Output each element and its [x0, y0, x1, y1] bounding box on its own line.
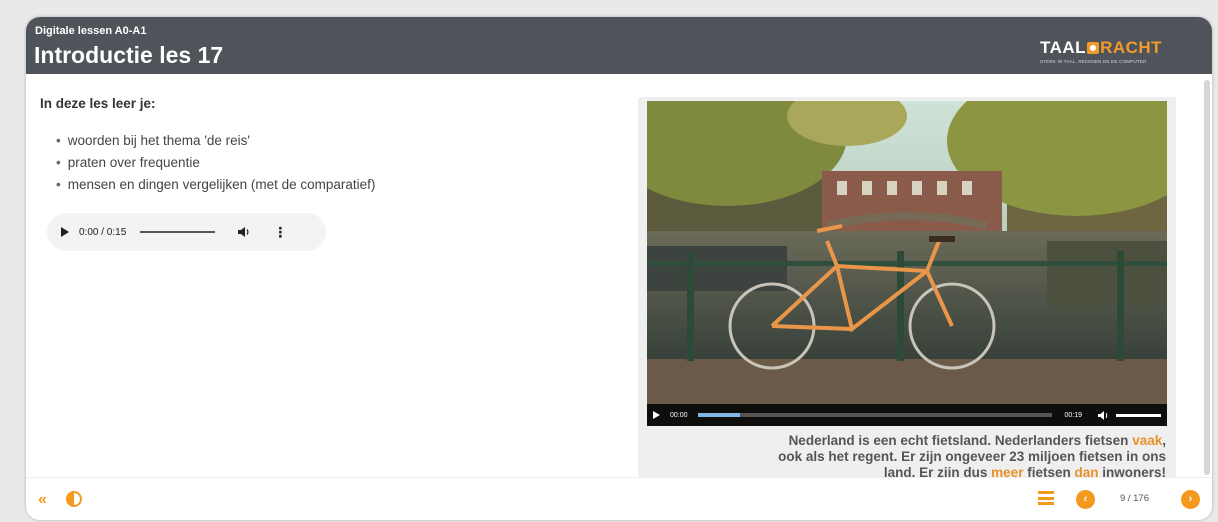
- course-label: Digitale lessen A0-A1: [35, 25, 147, 37]
- page-background: Digitale lessen A0-A1 Introductie les 17…: [0, 0, 1218, 522]
- list-item: praten over frequentie: [56, 153, 375, 175]
- contrast-icon[interactable]: [66, 491, 82, 507]
- logo-text-kracht: RACHT: [1100, 38, 1163, 57]
- canal-bicycle-image: [647, 101, 1167, 404]
- video-current-time: 00:00: [670, 411, 688, 419]
- caption-text: ook als het regent. Er zijn ongeveer 23 …: [778, 449, 1166, 464]
- video-duration: 00:19: [1064, 411, 1082, 419]
- lesson-card: Digitale lessen A0-A1 Introductie les 17…: [26, 17, 1212, 520]
- logo-tagline: STERK IN TAAL, REKENEN EN DE COMPUTER: [1040, 59, 1147, 64]
- more-icon[interactable]: ⋮: [273, 224, 287, 241]
- logo-text-taal: TAAL: [1040, 38, 1087, 57]
- chevron-left-icon[interactable]: ‹: [1076, 490, 1095, 509]
- media-panel: 00:00 00:19 Nederland is een echt fietsl…: [638, 97, 1176, 481]
- list-item: mensen en dingen vergelijken (met de com…: [56, 175, 376, 197]
- chevron-right-icon[interactable]: ›: [1181, 490, 1200, 509]
- play-icon[interactable]: [61, 227, 69, 237]
- video-progress: [697, 413, 741, 417]
- taalkracht-logo: TAAL RACHT STERK IN TAAL, REKENEN EN DE …: [1040, 38, 1186, 64]
- audio-time: 0:00 / 0:15: [79, 226, 127, 238]
- scrollbar[interactable]: [1204, 80, 1210, 475]
- page-title: Introductie les 17: [34, 42, 224, 68]
- video-controls: 00:00 00:19: [647, 404, 1167, 426]
- highlight-vaak: vaak: [1132, 433, 1163, 448]
- audio-seek-bar[interactable]: [140, 231, 216, 233]
- volume-icon[interactable]: [1098, 410, 1110, 420]
- audio-player[interactable]: 0:00 / 0:15 ⋮: [47, 213, 326, 251]
- video-player[interactable]: 00:00 00:19: [647, 101, 1167, 426]
- menu-icon[interactable]: [1038, 491, 1054, 505]
- caption-text: ,: [1162, 433, 1166, 448]
- caption-text: Nederland is een echt fietsland. Nederla…: [788, 433, 1133, 448]
- navigation-footer: « ‹ 9 / 176 ›: [26, 477, 1212, 520]
- play-icon[interactable]: [653, 411, 660, 419]
- logo-mark-icon: [1087, 42, 1100, 54]
- intro-heading: In deze les leer je:: [40, 96, 156, 111]
- lesson-header: Digitale lessen A0-A1 Introductie les 17…: [26, 17, 1212, 74]
- double-chevron-left-icon[interactable]: «: [38, 492, 47, 508]
- learning-goals-list: woorden bij het thema 'de reis' praten o…: [56, 131, 376, 197]
- video-seek-bar[interactable]: [697, 413, 1053, 417]
- volume-icon[interactable]: [237, 226, 251, 238]
- list-item: woorden bij het thema 'de reis': [56, 131, 375, 153]
- image-caption: Nederland is een echt fietsland. Nederla…: [646, 433, 1166, 481]
- volume-slider[interactable]: [1116, 413, 1161, 417]
- page-counter: 9 / 176: [1119, 493, 1149, 504]
